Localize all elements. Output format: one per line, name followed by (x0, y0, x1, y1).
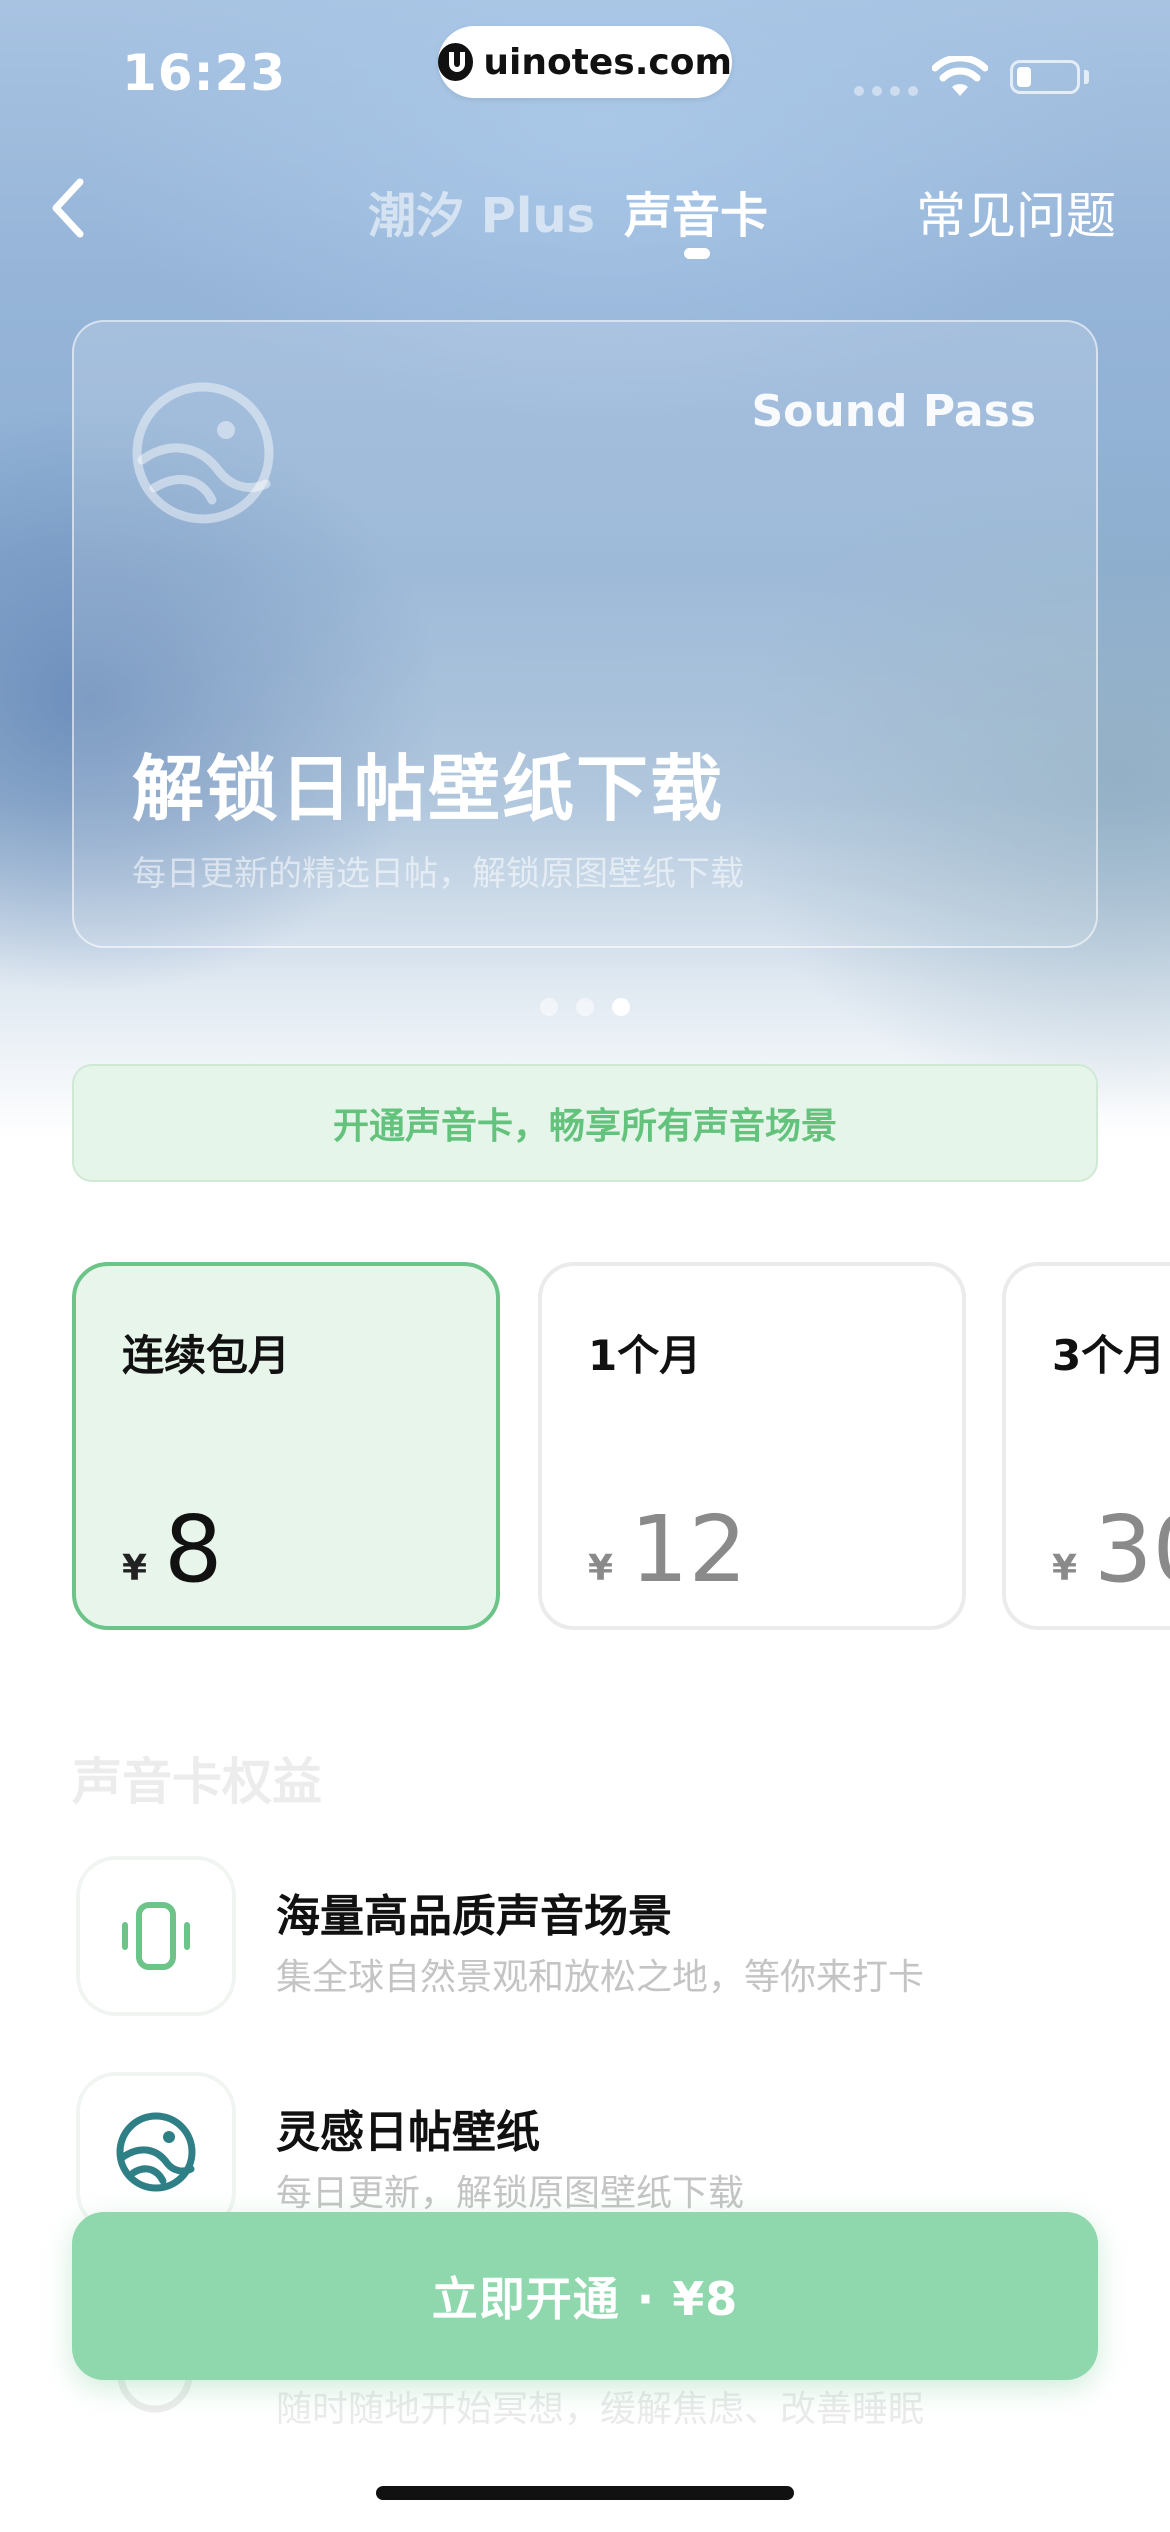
signal-icon (854, 86, 918, 96)
subscribe-button[interactable]: 立即开通 · ¥8 (72, 2212, 1098, 2380)
benefit-desc: 集全球自然景观和放松之地，等你来打卡 (276, 1957, 925, 1998)
url-pill: uinotes.com (438, 26, 732, 98)
carousel-dot[interactable] (540, 998, 558, 1016)
sound-pass-badge: Sound Pass (751, 386, 1036, 437)
plan-currency: ¥ (122, 1548, 148, 1589)
plan-card-1-month[interactable]: 1个月 ¥ 12 (538, 1262, 966, 1630)
tab-sound-card[interactable]: 声音卡 (624, 176, 768, 246)
benefits-section-title: 声音卡权益 (72, 1753, 322, 1811)
promo-banner: 开通声音卡，畅享所有声音场景 (72, 1064, 1098, 1182)
phone-vibrate-icon (122, 1902, 190, 1970)
plan-name: 1个月 (588, 1331, 702, 1380)
status-time: 16:23 (122, 44, 287, 102)
plan-price: 8 (164, 1496, 223, 1603)
uinotes-logo-icon (438, 43, 474, 81)
plan-card-3-month[interactable]: 3个月 ¥ 30 (1002, 1262, 1170, 1630)
faq-link[interactable]: 常见问题 (916, 176, 1116, 248)
back-button[interactable] (40, 168, 100, 248)
tab-tide-plus[interactable]: 潮汐 Plus (368, 176, 595, 246)
plan-currency: ¥ (1052, 1548, 1078, 1589)
hero-title: 解锁日帖壁纸下载 (132, 747, 725, 831)
benefit-title: 海量高品质声音场景 (276, 1891, 672, 1942)
benefit-desc: 每日更新，解锁原图壁纸下载 (276, 2173, 745, 2214)
tab-active-indicator (684, 248, 710, 259)
carousel-dot-active[interactable] (612, 998, 630, 1016)
benefit-icon-box (76, 1856, 236, 2016)
url-text: uinotes.com (483, 41, 732, 83)
benefit-title: 灵感日帖壁纸 (276, 2107, 540, 2158)
tide-logo-icon (132, 382, 274, 524)
carousel-dots (540, 998, 630, 1016)
battery-icon (1010, 60, 1080, 94)
plan-price: 12 (630, 1496, 748, 1603)
plan-price: 30 (1094, 1496, 1170, 1603)
benefit-icon-box (76, 2072, 236, 2232)
wallpaper-icon (116, 2112, 196, 2192)
wifi-icon (932, 56, 988, 96)
plan-currency: ¥ (588, 1548, 614, 1589)
home-indicator (376, 2486, 794, 2500)
carousel-dot[interactable] (576, 998, 594, 1016)
plan-name: 连续包月 (122, 1331, 291, 1380)
hero-subtitle: 每日更新的精选日帖，解锁原图壁纸下载 (132, 854, 744, 894)
plan-card-monthly-auto[interactable]: 连续包月 ¥ 8 (72, 1262, 500, 1630)
plan-name: 3个月 (1052, 1331, 1166, 1380)
benefit-desc: 随时随地开始冥想，缓解焦虑、改善睡眠 (276, 2389, 925, 2430)
